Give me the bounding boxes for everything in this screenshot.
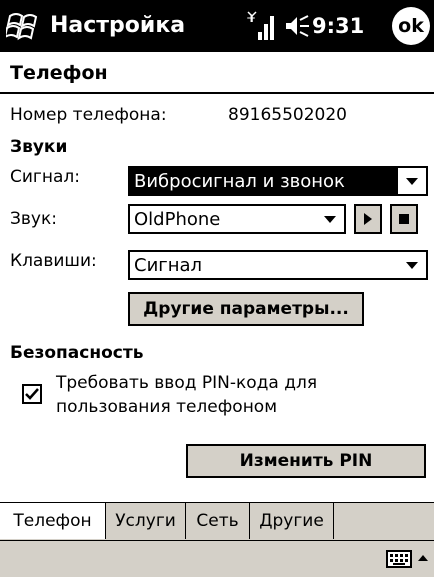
sound-dropdown[interactable]: OldPhone [128, 204, 346, 234]
phone-number-label: Номер телефона: [10, 105, 167, 125]
phone-number-value: 89165502020 [228, 105, 347, 125]
keys-value: Сигнал [134, 255, 203, 276]
keys-dropdown[interactable]: Сигнал [128, 250, 428, 280]
chevron-down-icon [324, 216, 336, 223]
play-icon [364, 213, 372, 225]
signal-label: Сигнал: [10, 167, 80, 187]
signal-dropdown[interactable]: Вибросигнал и звонок [128, 166, 428, 196]
pin-checkbox[interactable] [22, 384, 42, 404]
checkmark-icon [25, 388, 39, 400]
signal-icon[interactable]: + [246, 10, 278, 42]
title-bar: Настройка + 9:31 ok [0, 0, 434, 52]
tab-services[interactable]: Услуги [106, 503, 186, 539]
chevron-down-icon [406, 178, 418, 185]
header-divider [0, 92, 434, 94]
change-pin-button[interactable]: Изменить PIN [186, 444, 426, 478]
sound-value: OldPhone [134, 209, 221, 230]
stop-icon [399, 214, 409, 224]
tab-other[interactable]: Другие [250, 503, 334, 539]
windows-start-icon[interactable] [6, 8, 42, 44]
menu-bar [0, 540, 434, 577]
ok-button[interactable]: ok [392, 7, 430, 45]
sounds-heading: Звуки [10, 137, 68, 157]
window-title: Настройка [50, 13, 186, 38]
tab-bar: Телефон Услуги Сеть Другие [0, 502, 434, 541]
sound-label: Звук: [10, 209, 57, 229]
keys-label: Клавиши: [10, 251, 97, 271]
page-title: Телефон [10, 62, 108, 84]
pin-text-line1: Требовать ввод PIN-кода для [56, 373, 318, 393]
signal-value: Вибросигнал и звонок [134, 170, 345, 194]
tab-phone[interactable]: Телефон [0, 503, 106, 539]
play-button[interactable] [354, 204, 382, 234]
up-arrow-icon[interactable] [416, 551, 430, 567]
more-settings-button[interactable]: Другие параметры... [128, 292, 364, 326]
stop-button[interactable] [390, 204, 418, 234]
pin-text-line2: пользования телефоном [56, 397, 278, 417]
chevron-down-icon [406, 262, 418, 269]
tab-network[interactable]: Сеть [186, 503, 250, 539]
clock[interactable]: 9:31 [312, 8, 364, 44]
security-heading: Безопасность [10, 343, 144, 363]
keyboard-icon[interactable] [386, 549, 412, 569]
volume-icon[interactable] [284, 14, 310, 38]
